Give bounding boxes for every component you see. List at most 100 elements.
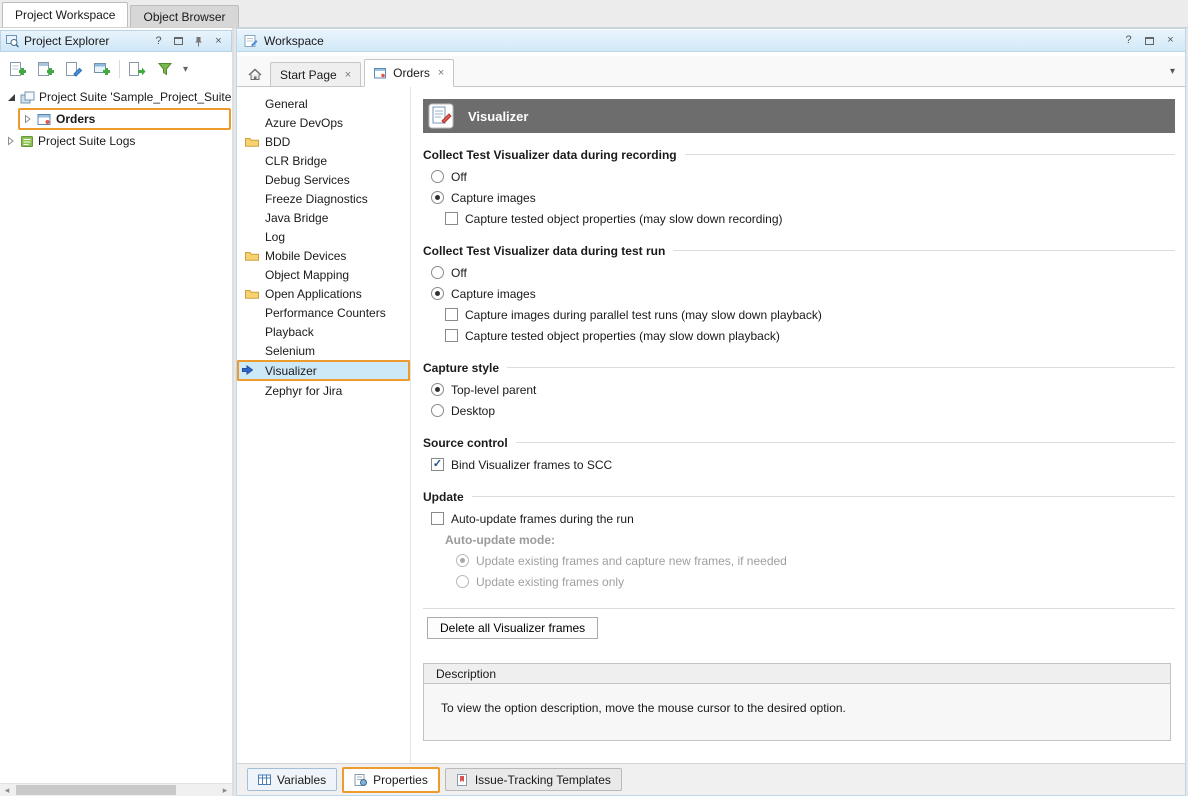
category-label: Log [265, 230, 285, 244]
help-icon[interactable]: ? [151, 34, 166, 49]
float-window-icon[interactable] [1142, 33, 1157, 48]
panel-title: Project Explorer [24, 34, 146, 48]
checkbox-auto-update-frames[interactable]: Auto-update frames during the run [431, 508, 1177, 529]
delete-visualizer-frames-button[interactable]: Delete all Visualizer frames [427, 617, 598, 639]
radio-update-and-capture-new[interactable]: Update existing frames and capture new f… [456, 550, 1177, 571]
tab-variables[interactable]: Variables [247, 768, 337, 791]
tab-project-workspace[interactable]: Project Workspace [2, 2, 128, 27]
tab-object-browser[interactable]: Object Browser [130, 5, 238, 27]
checkbox-icon [431, 512, 444, 525]
tab-properties[interactable]: Properties [342, 767, 440, 793]
radio-checked-icon [431, 191, 444, 204]
checkbox-testrun-parallel-images[interactable]: Capture images during parallel test runs… [445, 304, 1177, 325]
pin-icon[interactable] [191, 34, 206, 49]
tab-list-chevron-icon[interactable]: ▾ [1170, 66, 1175, 77]
checkbox-icon [445, 212, 458, 225]
category-object-mapping[interactable]: Object Mapping [237, 265, 410, 284]
check-glyph: ✓ [433, 459, 442, 470]
category-open-applications[interactable]: Open Applications [237, 284, 410, 303]
edit-item-button[interactable] [61, 57, 87, 81]
radio-testrun-off[interactable]: Off [431, 262, 1177, 283]
category-general[interactable]: General [237, 94, 410, 113]
home-icon[interactable] [245, 62, 265, 86]
export-item-icon [128, 61, 146, 77]
category-playback[interactable]: Playback [237, 322, 410, 341]
tab-label: Start Page [280, 68, 337, 82]
radio-desktop[interactable]: Desktop [431, 400, 1177, 421]
section-rule [472, 496, 1175, 497]
checkbox-label: Capture images during parallel test runs… [465, 308, 822, 322]
close-icon[interactable]: × [211, 34, 226, 49]
category-bdd[interactable]: BDD [237, 132, 410, 151]
radio-recording-capture-images[interactable]: Capture images [431, 187, 1177, 208]
close-icon[interactable]: × [1163, 33, 1178, 48]
category-label: Performance Counters [265, 306, 386, 320]
project-explorer-panel: Project Explorer ? × ▾ [0, 28, 234, 796]
close-tab-icon[interactable]: × [345, 69, 351, 81]
add-window-button[interactable] [89, 57, 115, 81]
checkbox-testrun-capture-properties[interactable]: Capture tested object properties (may sl… [445, 325, 1177, 346]
description-panel: Description To view the option descripti… [423, 663, 1171, 741]
section-title-recording: Collect Test Visualizer data during reco… [423, 147, 1175, 162]
help-icon[interactable]: ? [1121, 33, 1136, 48]
scroll-left-icon[interactable]: ◂ [0, 784, 14, 796]
float-window-icon[interactable] [171, 34, 186, 49]
expanded-triangle [8, 94, 15, 101]
toolbar-more-icon[interactable]: ▾ [180, 64, 191, 75]
radio-recording-off[interactable]: Off [431, 166, 1177, 187]
scrollbar-track[interactable] [14, 784, 218, 796]
radio-testrun-capture-images[interactable]: Capture images [431, 283, 1177, 304]
visualizer-icon [428, 103, 454, 129]
scroll-right-icon[interactable]: ▸ [218, 784, 232, 796]
tab-issue-tracking-templates[interactable]: Issue-Tracking Templates [445, 768, 622, 791]
category-zephyr-for-jira[interactable]: Zephyr for Jira [237, 381, 410, 400]
expand-icon[interactable] [6, 136, 16, 146]
add-project-icon [37, 61, 55, 77]
checkbox-recording-capture-properties[interactable]: Capture tested object properties (may sl… [445, 208, 1177, 229]
category-log[interactable]: Log [237, 227, 410, 246]
export-item-button[interactable] [124, 57, 150, 81]
tab-label: Orders [393, 66, 430, 80]
collapse-icon[interactable] [6, 94, 16, 101]
folder-icon [245, 250, 259, 261]
checkbox-checked-icon: ✓ [431, 458, 444, 471]
window-glyph [1145, 37, 1154, 45]
radio-top-level-parent[interactable]: Top-level parent [431, 379, 1177, 400]
radio-label: Desktop [451, 404, 495, 418]
add-project-button[interactable] [33, 57, 59, 81]
category-java-bridge[interactable]: Java Bridge [237, 208, 410, 227]
section-title-text: Capture style [423, 361, 499, 375]
panel-title: Workspace [264, 34, 1115, 48]
category-mobile-devices[interactable]: Mobile Devices [237, 246, 410, 265]
category-selenium[interactable]: Selenium [237, 341, 410, 360]
category-performance-counters[interactable]: Performance Counters [237, 303, 410, 322]
checkbox-bind-visualizer-scc[interactable]: ✓ Bind Visualizer frames to SCC [431, 454, 1177, 475]
category-freeze-diagnostics[interactable]: Freeze Diagnostics [237, 189, 410, 208]
category-label: Object Mapping [265, 268, 349, 282]
tree-item-project-suite-logs[interactable]: Project Suite Logs [0, 132, 232, 150]
category-visualizer[interactable]: Visualizer [237, 360, 410, 381]
close-tab-icon[interactable]: × [438, 67, 444, 79]
category-azure-devops[interactable]: Azure DevOps [237, 113, 410, 132]
category-label: Playback [265, 325, 314, 339]
workspace-icon [244, 34, 258, 48]
tab-start-page[interactable]: Start Page × [270, 62, 361, 86]
category-clr-bridge[interactable]: CLR Bridge [237, 151, 410, 170]
new-project-suite-button[interactable] [5, 57, 31, 81]
radio-update-existing-only[interactable]: Update existing frames only [456, 571, 1177, 592]
expand-icon[interactable] [23, 114, 33, 124]
category-debug-services[interactable]: Debug Services [237, 170, 410, 189]
scrollbar-thumb[interactable] [16, 785, 176, 795]
checkbox-label: Capture tested object properties (may sl… [465, 329, 780, 343]
settings-page-header: Visualizer [423, 99, 1175, 133]
tree-item-orders[interactable]: Orders [18, 108, 231, 130]
tree-item-project-suite[interactable]: Project Suite 'Sample_Project_Suite' (1 … [0, 88, 232, 106]
filter-icon [156, 61, 174, 77]
checkbox-label: Bind Visualizer frames to SCC [451, 458, 612, 472]
section-title-text: Collect Test Visualizer data during reco… [423, 148, 677, 162]
project-suite-icon [20, 91, 35, 104]
section-title-update: Update [423, 489, 1175, 504]
tab-orders[interactable]: Orders × [364, 59, 454, 87]
window-glyph [174, 37, 183, 45]
filter-button[interactable] [152, 57, 178, 81]
